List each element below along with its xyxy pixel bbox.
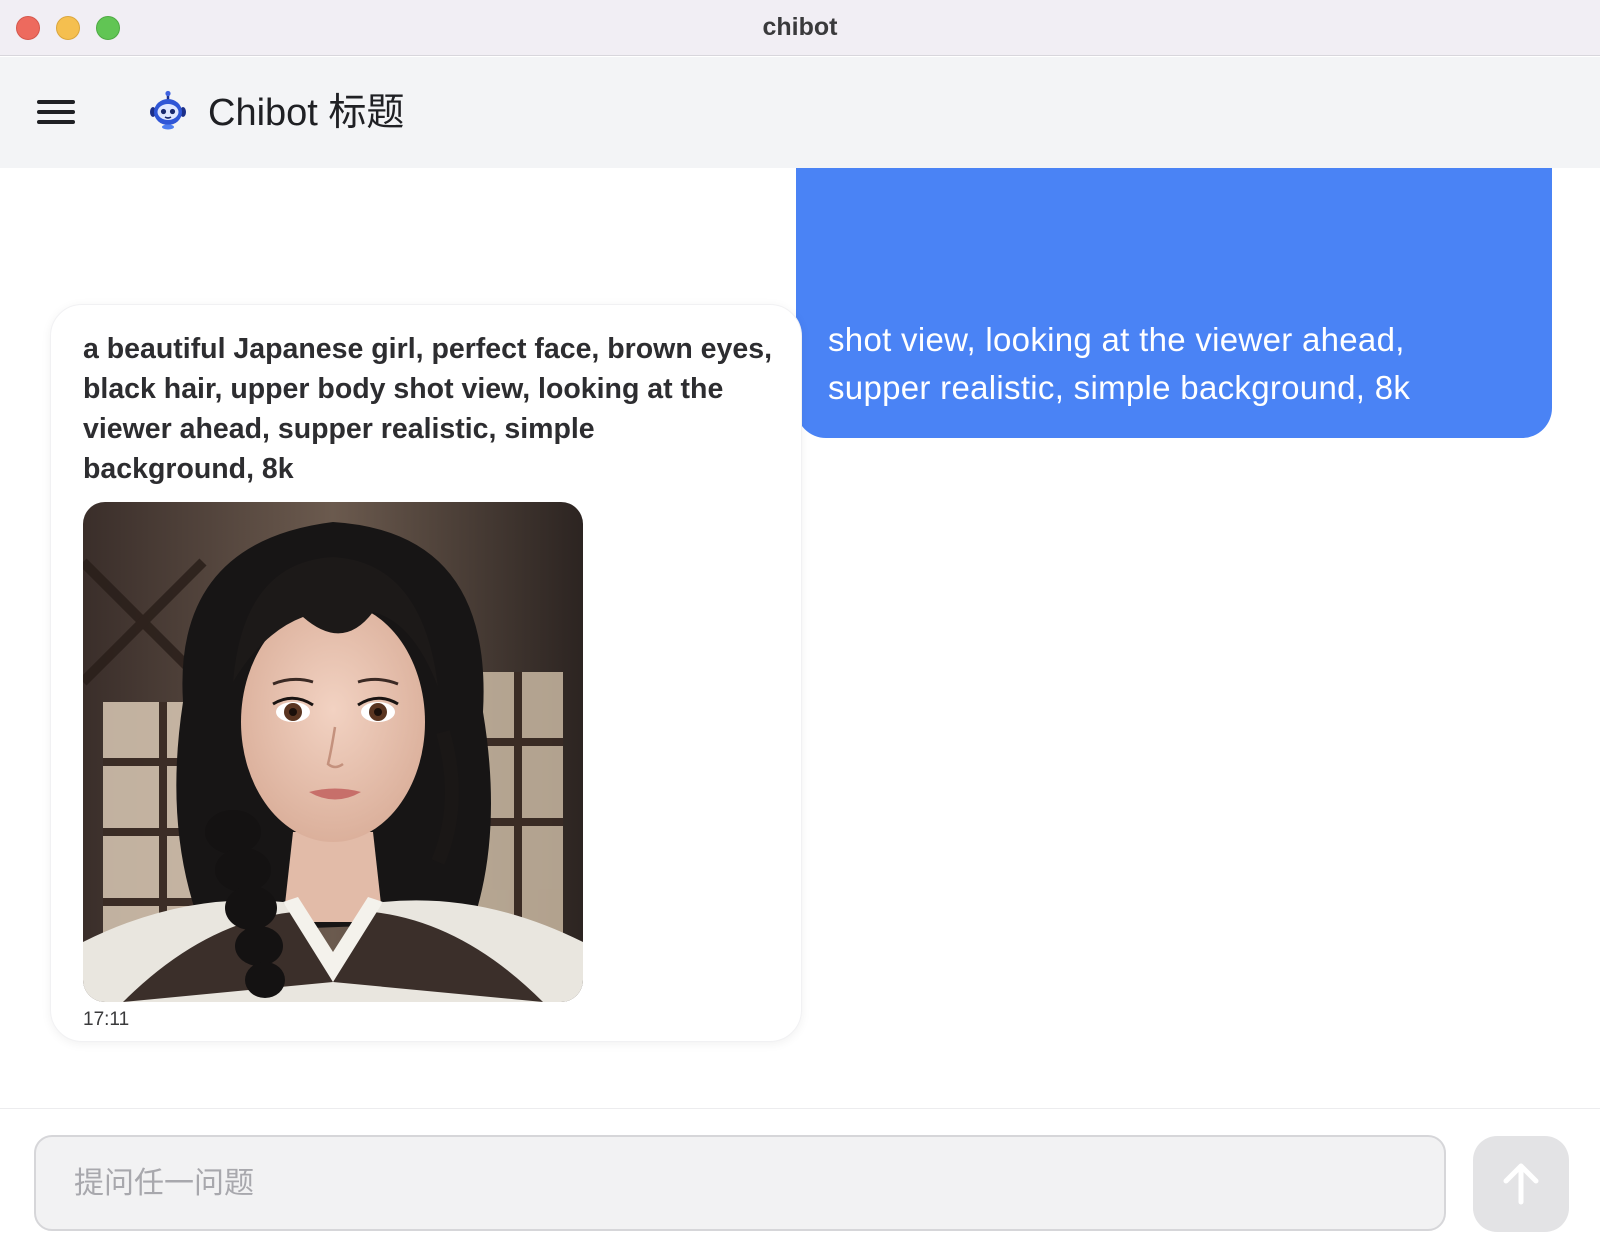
message-timestamp: 17:11 bbox=[83, 1009, 130, 1030]
bot-message-bubble: a beautiful Japanese girl, perfect face,… bbox=[50, 304, 802, 1042]
bot-message-text: a beautiful Japanese girl, perfect face,… bbox=[83, 333, 772, 485]
chat-messages-area[interactable]: shot view, looking at the viewer ahead, … bbox=[0, 168, 1600, 1108]
app-header: Chibot 标题 bbox=[0, 57, 1600, 168]
send-button[interactable] bbox=[1473, 1136, 1569, 1232]
app-title: Chibot 标题 bbox=[208, 92, 405, 134]
arrow-up-icon bbox=[1503, 1163, 1539, 1205]
hamburger-menu-icon[interactable] bbox=[32, 93, 80, 133]
user-message-bubble: shot view, looking at the viewer ahead, … bbox=[796, 168, 1552, 438]
user-message-text: shot view, looking at the viewer ahead, … bbox=[828, 321, 1411, 406]
message-input[interactable] bbox=[34, 1135, 1446, 1231]
composer-bar bbox=[0, 1108, 1600, 1256]
window-titlebar: chibot bbox=[0, 0, 1600, 56]
window-title: chibot bbox=[762, 13, 838, 41]
robot-icon bbox=[150, 90, 186, 130]
generated-portrait-image[interactable] bbox=[83, 502, 583, 1002]
